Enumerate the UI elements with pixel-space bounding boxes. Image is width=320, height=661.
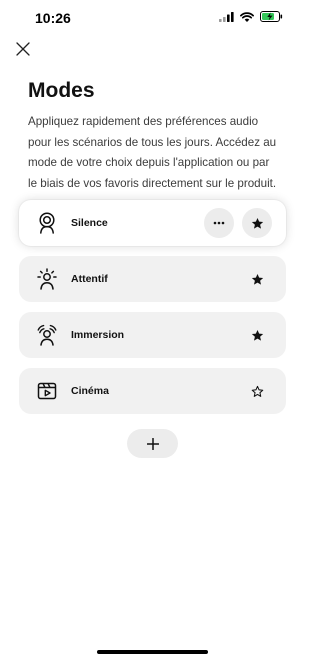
silence-mode-icon: [39, 212, 55, 234]
favorite-button-attentif[interactable]: [242, 264, 272, 294]
add-mode-button[interactable]: [127, 429, 178, 458]
immersion-mode-icon: [37, 324, 57, 346]
cinema-mode-icon: [37, 382, 57, 400]
mode-label-silence: Silence: [71, 217, 108, 229]
status-icons: [219, 11, 283, 22]
status-bar: 10:26: [0, 0, 305, 36]
star-filled-icon: [251, 329, 263, 341]
aware-mode-icon: [37, 268, 57, 290]
home-indicator: [97, 650, 208, 654]
mode-card-immersion[interactable]: Immersion: [19, 312, 286, 358]
signal-icon: [219, 11, 234, 22]
mode-card-attentif[interactable]: Attentif: [19, 256, 286, 302]
close-button[interactable]: [13, 39, 33, 59]
mode-label-attentif: Attentif: [71, 273, 108, 285]
battery-charging-icon: [260, 11, 283, 22]
mode-list: Silence Attentif Immersion Cinéma: [19, 200, 286, 424]
close-icon: [16, 42, 30, 56]
star-filled-icon: [251, 273, 263, 285]
mode-card-cinema[interactable]: Cinéma: [19, 368, 286, 414]
wifi-icon: [240, 11, 254, 22]
star-filled-icon: [251, 217, 263, 229]
mode-card-silence[interactable]: Silence: [19, 200, 286, 246]
more-horizontal-icon: [213, 221, 225, 225]
favorite-button-silence[interactable]: [242, 208, 272, 238]
page-description: Appliquez rapidement des préférences aud…: [28, 115, 277, 190]
mode-label-immersion: Immersion: [71, 329, 125, 341]
favorite-button-immersion[interactable]: [242, 320, 272, 350]
page-title: Modes: [28, 79, 95, 102]
mode-label-cinema: Cinéma: [71, 385, 109, 397]
favorite-button-cinema[interactable]: [242, 376, 272, 406]
status-time: 10:26: [35, 10, 71, 26]
plus-icon: [146, 437, 159, 450]
mode-options-button[interactable]: [204, 208, 234, 238]
star-outline-icon: [251, 385, 263, 397]
